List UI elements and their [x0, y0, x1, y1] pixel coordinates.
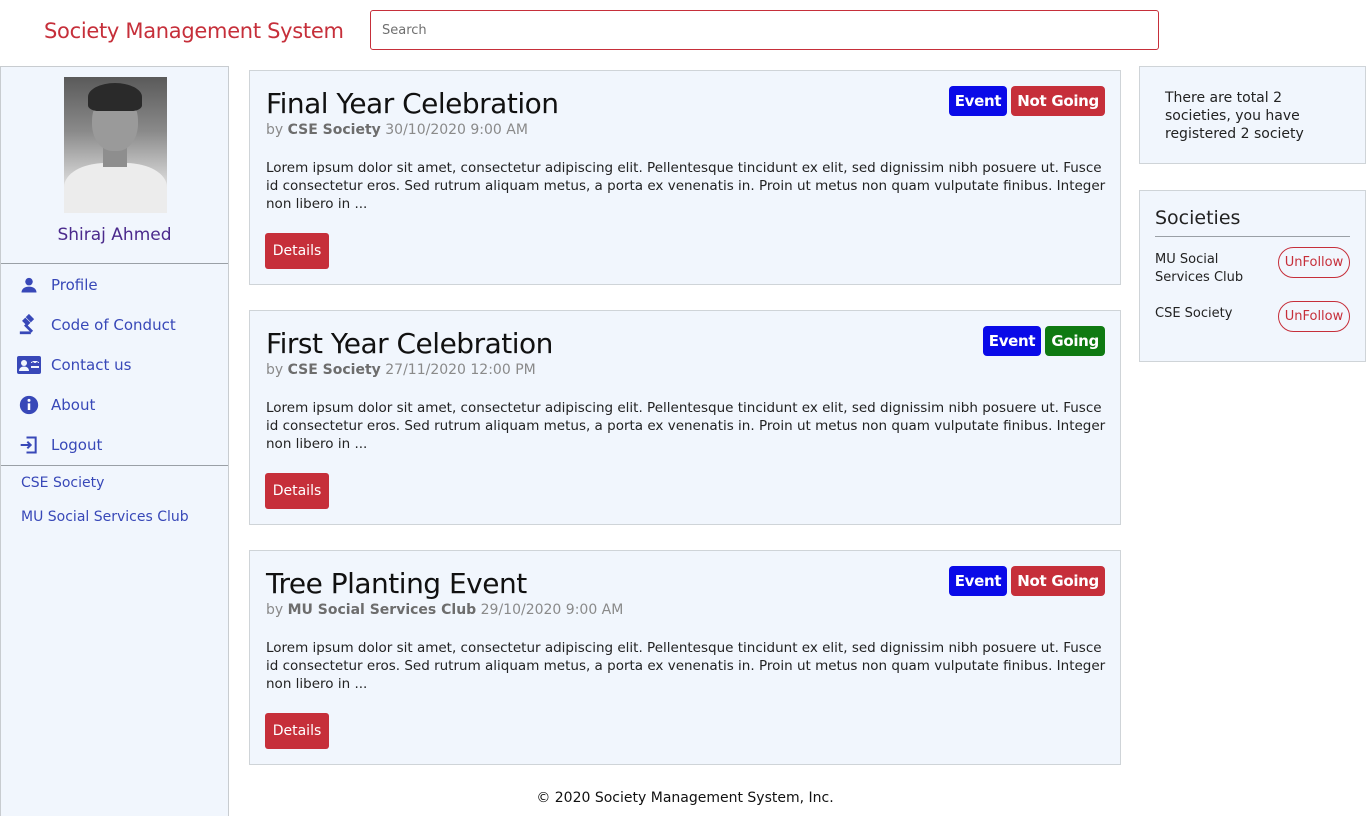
info-icon [17, 393, 41, 417]
footer-copyright: © 2020 Society Management System, Inc. [536, 790, 834, 806]
event-type-badge: Event [982, 326, 1042, 356]
attendance-badge[interactable]: Not Going [1011, 566, 1105, 596]
event-datetime: 27/11/2020 12:00 PM [385, 362, 536, 378]
event-organizer: CSE Society [287, 122, 381, 138]
society-summary-text: There are total 2 societies, you have re… [1165, 90, 1304, 142]
event-description: Lorem ipsum dolor sit amet, consectetur … [266, 160, 1106, 212]
nav-about[interactable]: About [17, 393, 95, 417]
logout-icon [17, 433, 41, 457]
divider [1155, 236, 1350, 237]
event-title[interactable]: Tree Planting Event [266, 567, 527, 600]
divider [1, 263, 228, 264]
event-description: Lorem ipsum dolor sit amet, consectetur … [266, 640, 1106, 692]
event-type-badge: Event [948, 566, 1008, 596]
unfollow-button[interactable]: UnFollow [1278, 301, 1350, 332]
event-badges: Event Not Going [948, 566, 1105, 596]
event-card: First Year Celebration by CSE Society 27… [249, 310, 1121, 525]
contact-card-icon [17, 353, 41, 377]
nav-label: Code of Conduct [51, 316, 176, 334]
sidebar-society-cse[interactable]: CSE Society [21, 475, 104, 491]
nav-label: Contact us [51, 356, 132, 374]
event-card: Final Year Celebration by CSE Society 30… [249, 70, 1121, 285]
details-button[interactable]: Details [265, 713, 329, 749]
event-organizer: MU Social Services Club [287, 602, 477, 618]
event-datetime: 29/10/2020 9:00 AM [480, 602, 624, 618]
unfollow-button[interactable]: UnFollow [1278, 247, 1350, 278]
divider [1, 465, 228, 466]
nav-profile[interactable]: Profile [17, 273, 98, 297]
society-summary-panel: There are total 2 societies, you have re… [1139, 66, 1366, 164]
person-icon [17, 273, 41, 297]
event-datetime: 30/10/2020 9:00 AM [385, 122, 528, 138]
event-badges: Event Going [982, 326, 1105, 356]
nav-code-of-conduct[interactable]: Code of Conduct [17, 313, 176, 337]
avatar [64, 77, 167, 213]
user-name: Shiraj Ahmed [57, 225, 172, 245]
society-name[interactable]: CSE Society [1155, 305, 1275, 323]
search-input[interactable] [370, 10, 1159, 50]
event-type-badge: Event [948, 86, 1008, 116]
society-name[interactable]: MU Social Services Club [1155, 251, 1275, 287]
attendance-badge[interactable]: Going [1045, 326, 1105, 356]
event-description: Lorem ipsum dolor sit amet, consectetur … [266, 400, 1106, 452]
sidebar-society-mu-social[interactable]: MU Social Services Club [21, 509, 189, 525]
nav-label: Profile [51, 276, 98, 294]
event-card: Tree Planting Event by MU Social Service… [249, 550, 1121, 765]
event-meta: by MU Social Services Club 29/10/2020 9:… [266, 602, 624, 618]
nav-label: Logout [51, 436, 103, 454]
event-meta: by CSE Society 27/11/2020 12:00 PM [266, 362, 536, 378]
event-meta: by CSE Society 30/10/2020 9:00 AM [266, 122, 528, 138]
details-button[interactable]: Details [265, 473, 329, 509]
attendance-badge[interactable]: Not Going [1011, 86, 1105, 116]
gavel-icon [17, 313, 41, 337]
left-sidebar: Shiraj Ahmed Profile Code of Conduct Con… [0, 66, 229, 816]
details-button[interactable]: Details [265, 233, 329, 269]
nav-label: About [51, 396, 96, 414]
event-title[interactable]: First Year Celebration [266, 327, 553, 360]
brand-title[interactable]: Society Management System [44, 19, 344, 43]
societies-heading: Societies [1155, 207, 1241, 229]
event-badges: Event Not Going [948, 86, 1105, 116]
top-bar: Society Management System [0, 0, 1366, 64]
event-organizer: CSE Society [287, 362, 381, 378]
event-title[interactable]: Final Year Celebration [266, 87, 559, 120]
nav-logout[interactable]: Logout [17, 433, 102, 457]
nav-contact-us[interactable]: Contact us [17, 353, 131, 377]
